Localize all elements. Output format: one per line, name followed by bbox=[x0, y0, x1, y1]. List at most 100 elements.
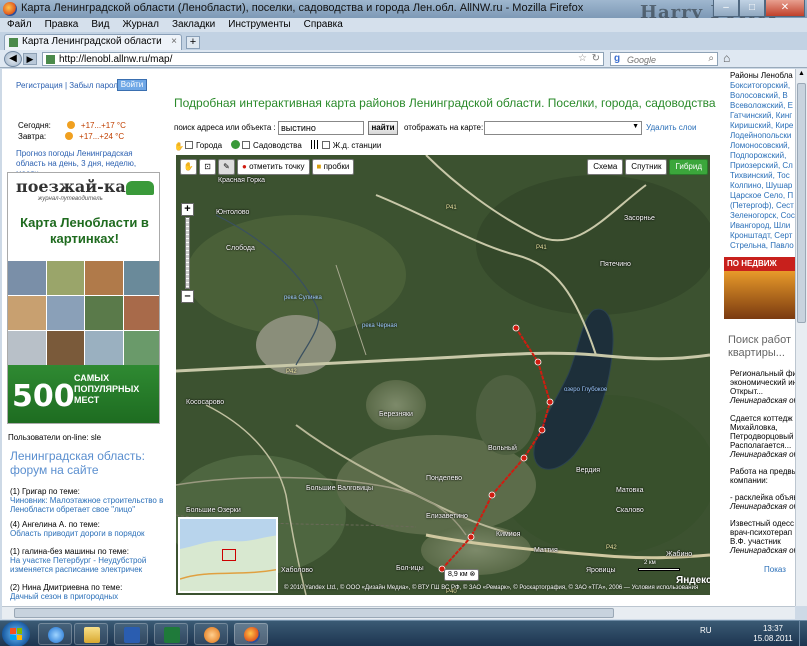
news-item[interactable]: Сдается коттедж Михайловка, Петродворцов… bbox=[730, 414, 795, 459]
search-magnifier-icon[interactable]: ⌕ bbox=[708, 53, 714, 64]
language-indicator[interactable]: RU bbox=[700, 626, 712, 635]
taskbar-firefox[interactable] bbox=[234, 623, 268, 645]
address-bar[interactable]: http://lenobl.allnw.ru/map/ ☆ ↻ bbox=[42, 52, 604, 66]
find-button[interactable]: найти bbox=[368, 121, 398, 135]
district-link[interactable]: Колпино, Шушар bbox=[730, 181, 795, 191]
scroll-thumb[interactable] bbox=[797, 83, 806, 323]
menu-help[interactable]: Справка bbox=[297, 18, 349, 32]
place-label: Понделево bbox=[426, 475, 463, 482]
register-links[interactable]: Регистрация | Забыл пароль? bbox=[16, 81, 127, 90]
news-item[interactable]: Региональный фи экономический ин Открыт.… bbox=[730, 369, 795, 405]
tab-map[interactable]: Карта Ленинградской области (Ленобл... × bbox=[4, 34, 182, 50]
bookmark-star-icon[interactable]: ☆ bbox=[578, 53, 587, 64]
menu-view[interactable]: Вид bbox=[84, 18, 115, 32]
taskbar-excel[interactable] bbox=[154, 623, 188, 645]
url-text[interactable]: http://lenobl.allnw.ru/map/ bbox=[59, 54, 172, 65]
district-link[interactable]: Кронштадт, Серт bbox=[730, 231, 795, 241]
mark-point-button[interactable]: ● отметить точку bbox=[237, 159, 310, 175]
overview-minimap[interactable] bbox=[178, 517, 278, 593]
place-label: Большие Валговицы bbox=[306, 485, 374, 492]
layer-cities-checkbox[interactable] bbox=[185, 141, 193, 149]
delete-layers-link[interactable]: Удалить слои bbox=[646, 123, 696, 132]
show-on-map-select[interactable]: ▼ bbox=[484, 121, 642, 135]
zoom-out-button[interactable]: – bbox=[181, 290, 194, 303]
district-link[interactable]: Ивангород, Шли bbox=[730, 221, 795, 231]
home-icon[interactable]: ⌂ bbox=[723, 51, 730, 65]
google-engine-icon[interactable]: g bbox=[614, 53, 620, 64]
map-type-hybrid[interactable]: Гибрид bbox=[669, 159, 708, 175]
address-search-input[interactable]: выстино bbox=[278, 121, 364, 135]
district-link[interactable]: (Петергоф), Сест bbox=[730, 201, 795, 211]
close-button[interactable]: ✕ bbox=[765, 0, 805, 17]
menu-file[interactable]: Файл bbox=[0, 18, 38, 32]
zoom-slider[interactable] bbox=[185, 217, 190, 289]
post-topic-link[interactable]: Дачный сезон в пригородных bbox=[10, 592, 165, 601]
horizontal-scrollbar[interactable] bbox=[2, 606, 795, 619]
login-button[interactable]: Войти bbox=[117, 79, 147, 91]
post-topic-link[interactable]: Область приводит дороги в порядок bbox=[10, 529, 165, 538]
minimap-viewport[interactable] bbox=[222, 549, 236, 561]
district-link[interactable]: Зеленогорск, Сос bbox=[730, 211, 795, 221]
menu-history[interactable]: Журнал bbox=[115, 18, 165, 32]
district-link[interactable]: Царское Село, П bbox=[730, 191, 795, 201]
search-work-heading[interactable]: Поиск работ квартиры... bbox=[728, 334, 795, 360]
distance-close-icon[interactable]: ⊗ bbox=[470, 571, 476, 578]
district-link[interactable]: Всеволожский, Е bbox=[730, 101, 795, 111]
taskbar-mail[interactable] bbox=[194, 623, 228, 645]
district-link[interactable]: Гатчинский, Кинг bbox=[730, 111, 795, 121]
district-link[interactable]: Приозерский, Сл bbox=[730, 161, 795, 171]
menu-edit[interactable]: Правка bbox=[38, 18, 85, 32]
district-link[interactable]: Подпорожский, bbox=[730, 151, 795, 161]
tab-close-icon[interactable]: × bbox=[171, 36, 177, 47]
pan-hand-icon[interactable]: ✋ bbox=[180, 159, 197, 175]
district-link[interactable]: Волосовский, В bbox=[730, 91, 795, 101]
zoom-box-icon[interactable]: ⊡ bbox=[199, 159, 216, 175]
show-desktop-button[interactable] bbox=[799, 621, 807, 646]
vertical-scrollbar[interactable]: ▲ bbox=[795, 69, 807, 606]
news-item[interactable]: - расклейка объяв Ленинградская об bbox=[730, 493, 795, 511]
scroll-up-icon[interactable]: ▲ bbox=[797, 70, 806, 80]
satellite-map[interactable]: Красная Горка Юнтолово Слобода Кососаров… bbox=[176, 155, 710, 595]
district-link[interactable]: Лодейнопольски bbox=[730, 131, 795, 141]
forward-button[interactable]: ▶ bbox=[23, 53, 37, 65]
zoom-in-button[interactable]: + bbox=[181, 203, 194, 216]
site-identity-icon[interactable] bbox=[46, 55, 55, 64]
start-button[interactable] bbox=[2, 621, 30, 646]
search-input[interactable] bbox=[627, 54, 703, 65]
taskbar-ie[interactable] bbox=[38, 623, 72, 645]
news-item[interactable]: Известный одесс врач-психотерап В.Ф. уча… bbox=[730, 519, 795, 555]
layer-stations-checkbox[interactable] bbox=[321, 141, 330, 149]
traffic-button[interactable]: ■ пробки bbox=[311, 159, 355, 175]
news-item[interactable]: Работа на предвы компании: bbox=[730, 467, 795, 485]
railway-icon bbox=[310, 140, 320, 149]
menu-tools[interactable]: Инструменты bbox=[221, 18, 296, 32]
hscroll-thumb[interactable] bbox=[14, 608, 614, 618]
taskbar-explorer[interactable] bbox=[74, 623, 108, 645]
system-clock[interactable]: 13:37 15.08.2011 bbox=[748, 624, 798, 644]
minimize-button[interactable]: – bbox=[713, 0, 739, 17]
layer-gardens-checkbox[interactable] bbox=[241, 141, 250, 149]
post-topic-link[interactable]: На участке Петербург - Неудубстрой измен… bbox=[10, 556, 165, 574]
map-type-scheme[interactable]: Схема bbox=[587, 159, 624, 175]
forum-post: (1) галина-без машины по теме: На участк… bbox=[10, 547, 165, 574]
ruler-icon[interactable]: ✎ bbox=[218, 159, 235, 175]
reload-icon[interactable]: ↻ bbox=[592, 53, 600, 64]
map-type-satellite[interactable]: Спутник bbox=[625, 159, 668, 175]
realty-banner[interactable]: ПО НЕДВИЖ bbox=[724, 247, 795, 319]
ad-banner[interactable]: поезжай-ка журнал-путеводитель Карта Лен… bbox=[7, 172, 160, 424]
district-link[interactable]: Бокситогорский, bbox=[730, 81, 795, 91]
forum-title[interactable]: Ленинградская область: форум на сайте bbox=[10, 449, 160, 477]
district-link[interactable]: Тихвинский, Тос bbox=[730, 171, 795, 181]
back-button[interactable]: ◀ bbox=[4, 51, 22, 67]
title-bar[interactable]: Карта Ленинградской области (Ленобласти)… bbox=[0, 0, 807, 23]
district-link[interactable]: Ломоносовский, bbox=[730, 141, 795, 151]
map-copyright[interactable]: © 2010 Yandex Ltd., © ООО «Дизайн Медиа»… bbox=[284, 585, 698, 591]
post-topic-link[interactable]: Чиновник: Малоэтажное строительство в Ле… bbox=[10, 496, 165, 514]
taskbar-word[interactable] bbox=[114, 623, 148, 645]
new-tab-button[interactable]: + bbox=[186, 36, 200, 49]
maximize-button[interactable]: □ bbox=[739, 0, 765, 17]
search-box[interactable]: g ⌕ bbox=[610, 52, 718, 66]
district-link[interactable]: Киришский, Кире bbox=[730, 121, 795, 131]
show-more-link[interactable]: Показ bbox=[764, 565, 786, 574]
menu-bookmarks[interactable]: Закладки bbox=[165, 18, 221, 32]
